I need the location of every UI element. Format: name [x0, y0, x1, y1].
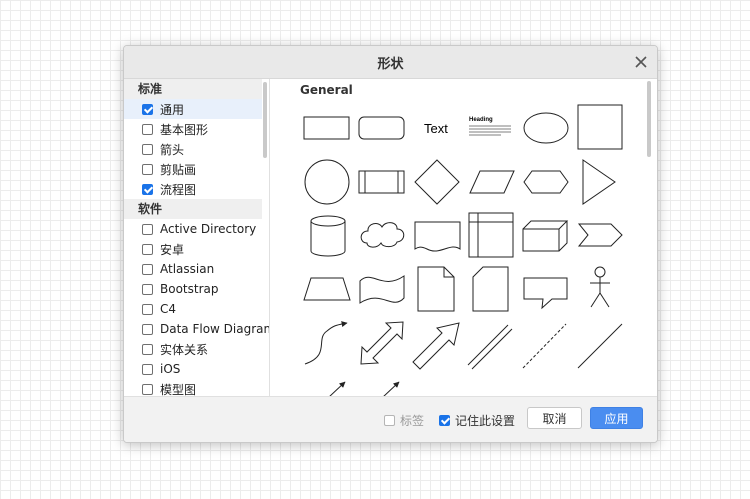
sidebar-item-android[interactable]: 安卓 — [124, 239, 262, 259]
sidebar-item-label: 模型图 — [160, 382, 197, 397]
document-icon[interactable] — [414, 221, 461, 252]
sidebar-item-basic-shapes[interactable]: 基本图形 — [124, 119, 262, 139]
sidebar-item-label: Bootstrap — [160, 282, 219, 296]
connector-arrow-icon[interactable] — [329, 381, 346, 396]
shapes-grid: Text Heading — [303, 104, 623, 396]
labels-checkbox-label: 标签 — [400, 414, 425, 428]
actor-icon[interactable] — [590, 266, 610, 308]
step-icon[interactable] — [577, 223, 623, 247]
sidebar-item-clipart[interactable]: 剪贴画 — [124, 159, 262, 179]
shapes-dialog: 形状 标准 通用 基本图形 箭头 剪贴画 流程图 软件 Active Direc… — [123, 45, 658, 443]
triangle-icon[interactable] — [582, 159, 616, 205]
dialog-footer: 标签 记住此设置 取消 应用 — [124, 396, 657, 442]
process-icon[interactable] — [358, 170, 405, 194]
shape-library-sidebar: 标准 通用 基本图形 箭头 剪贴画 流程图 软件 Active Director… — [124, 79, 270, 396]
sidebar-item-label: 剪贴画 — [160, 162, 197, 177]
shapes-panel: General Text Heading — [279, 79, 654, 396]
checkbox[interactable] — [142, 183, 153, 195]
text-icon[interactable]: Text — [424, 121, 448, 136]
sidebar-item-atlassian[interactable]: Atlassian — [124, 259, 262, 279]
sidebar-item-label: Active Directory — [160, 222, 257, 236]
curved-arrow-icon[interactable] — [304, 321, 348, 365]
square-icon[interactable] — [577, 104, 623, 150]
checkbox[interactable] — [142, 283, 153, 295]
cloud-icon[interactable] — [360, 222, 405, 248]
rectangle-icon[interactable] — [303, 116, 350, 140]
cancel-button[interactable]: 取消 — [527, 407, 582, 429]
rounded-rectangle-icon[interactable] — [358, 116, 405, 140]
close-icon[interactable] — [633, 54, 649, 70]
hexagon-icon[interactable] — [523, 170, 569, 194]
checkbox[interactable] — [142, 143, 153, 155]
sidebar-item-label: 安卓 — [160, 242, 185, 257]
apply-button[interactable]: 应用 — [590, 407, 643, 429]
single-arrow-icon[interactable] — [412, 322, 460, 370]
parallelogram-icon[interactable] — [469, 170, 515, 194]
checkbox[interactable] — [142, 343, 153, 355]
circle-icon[interactable] — [304, 159, 350, 205]
cube-icon[interactable] — [522, 220, 569, 252]
dialog-titlebar: 形状 — [124, 46, 657, 79]
checkbox[interactable] — [142, 383, 153, 395]
checkbox[interactable] — [142, 163, 153, 175]
checkbox[interactable] — [142, 243, 153, 255]
checkbox[interactable] — [142, 323, 153, 335]
sidebar-item-entity-relation[interactable]: 实体关系 — [124, 339, 262, 359]
sidebar-item-label: 实体关系 — [160, 342, 209, 357]
dashed-line-icon[interactable] — [522, 323, 567, 369]
sidebar-item-mockup[interactable]: 模型图 — [124, 379, 262, 396]
checkbox[interactable] — [439, 415, 450, 426]
sidebar-section-standard: 标准 通用 基本图形 箭头 剪贴画 流程图 — [124, 79, 269, 199]
line-icon[interactable] — [577, 323, 623, 369]
bidirectional-arrow-icon[interactable] — [360, 321, 404, 365]
checkbox[interactable] — [142, 223, 153, 235]
sidebar-item-flowchart[interactable]: 流程图 — [124, 179, 262, 199]
remember-setting-checkbox[interactable]: 记住此设置 — [439, 412, 515, 429]
checkbox[interactable] — [142, 123, 153, 135]
checkbox[interactable] — [142, 303, 153, 315]
tape-icon[interactable] — [359, 275, 405, 304]
checkbox[interactable] — [142, 103, 153, 115]
sidebar-item-data-flow-diagram[interactable]: Data Flow Diagram — [124, 319, 269, 339]
text-shape-label: Text — [424, 121, 448, 136]
cylinder-icon[interactable] — [310, 215, 346, 257]
card-icon[interactable] — [472, 266, 509, 312]
heading-text-icon[interactable]: Heading — [469, 117, 511, 136]
sidebar-item-label: 通用 — [160, 102, 185, 117]
sidebar-item-label: 箭头 — [160, 142, 185, 157]
double-line-icon[interactable] — [467, 324, 513, 370]
sidebar-item-active-directory[interactable]: Active Directory — [124, 219, 262, 239]
heading-shape-label: Heading — [469, 117, 493, 123]
sidebar-scrollbar[interactable] — [263, 82, 267, 158]
internal-storage-icon[interactable] — [468, 212, 514, 258]
labels-checkbox[interactable]: 标签 — [384, 412, 424, 429]
dialog-title: 形状 — [377, 56, 404, 72]
note-icon[interactable] — [417, 266, 455, 312]
diamond-icon[interactable] — [414, 159, 460, 205]
sidebar-item-label: iOS — [160, 362, 181, 376]
sidebar-item-label: 基本图形 — [160, 122, 209, 137]
sidebar-item-c4[interactable]: C4 — [124, 299, 262, 319]
sidebar-item-label: C4 — [160, 302, 177, 316]
ellipse-icon[interactable] — [523, 112, 569, 144]
sidebar-item-general[interactable]: 通用 — [124, 99, 262, 119]
sidebar-section-header: 软件 — [124, 199, 262, 219]
callout-icon[interactable] — [523, 277, 568, 310]
sidebar-item-arrows[interactable]: 箭头 — [124, 139, 262, 159]
sidebar-item-ios[interactable]: iOS — [124, 359, 262, 379]
checkbox[interactable] — [142, 363, 153, 375]
sidebar-item-bootstrap[interactable]: Bootstrap — [124, 279, 262, 299]
checkbox[interactable] — [142, 263, 153, 275]
remember-setting-label: 记住此设置 — [455, 414, 516, 428]
sidebar-section-header: 标准 — [124, 79, 262, 99]
sidebar-item-label: Atlassian — [160, 262, 215, 276]
checkbox[interactable] — [384, 415, 395, 426]
sidebar-item-label: 流程图 — [160, 182, 197, 197]
connector-arrow-icon[interactable] — [383, 381, 400, 396]
sidebar-item-label: Data Flow Diagram — [160, 322, 270, 336]
trapezoid-icon[interactable] — [303, 277, 351, 301]
sidebar-section-software: 软件 Active Directory 安卓 Atlassian Bootstr… — [124, 199, 269, 396]
